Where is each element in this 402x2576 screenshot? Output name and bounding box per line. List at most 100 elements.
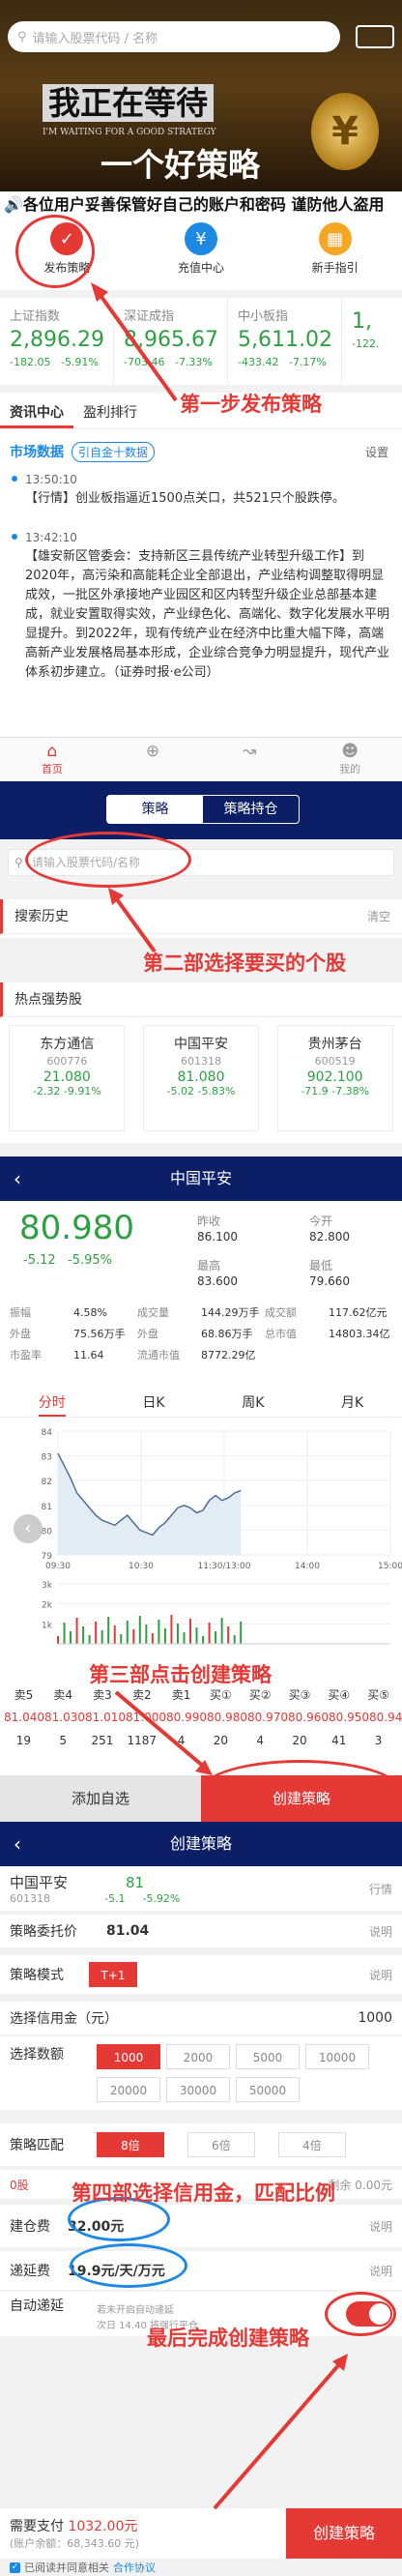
add-watchlist-button[interactable]: 添加自选 (0, 1775, 201, 1822)
intraday-chart[interactable]: 84 83 82 81 80 79 09:30 10:30 11:30/13:00 14:00 15… (0, 1420, 402, 1667)
stat-value: 68.86万手 (201, 1328, 253, 1340)
tab-daily-k[interactable]: 日K (142, 1387, 164, 1417)
news-time: 13:42:10 (12, 528, 392, 547)
tab-info-center[interactable]: 资讯中心 (0, 393, 73, 428)
agreement-link[interactable]: 合作协议 (113, 2560, 156, 2575)
search-placeholder: 请输入股票代码 / 名称 (32, 31, 158, 46)
y-tick-label: 79 (42, 1552, 53, 1562)
multiple-chip[interactable]: 8倍 (97, 2132, 164, 2157)
vol-tick-label: 1k (42, 1621, 53, 1630)
rest-value: 0.00元 (355, 2178, 392, 2192)
back-icon[interactable]: ‹ (14, 1156, 21, 1201)
order-price: 80.940 (369, 1711, 402, 1724)
hot-stock-card[interactable]: 贵州茅台 600519 902.100 -71.9 -7.38% (276, 1025, 393, 1131)
stock-detail-screen: ‹ 中国平安 80.980 -5.12 -5.95% 昨收 86.100 今开 … (0, 1156, 402, 1822)
amount-chip[interactable]: 30000 (166, 2077, 230, 2102)
stock-row[interactable]: 中国平安 81 601318 -5.1 -5.92% 行情 (0, 1866, 402, 1911)
highlight-circle (25, 832, 191, 888)
index-card[interactable]: 深证成指 8,965.67 -703.46 -7.33% (114, 298, 228, 385)
index-strip[interactable]: 上证指数 2,896.29 -182.05 -5.91% 深证成指 8,965.… (0, 290, 402, 393)
amount-chip[interactable]: 5000 (236, 2044, 300, 2069)
amount-chip[interactable]: 50000 (236, 2077, 300, 2102)
stock-price: 81 (126, 1874, 145, 1891)
nav-chart[interactable]: ↝ (243, 738, 256, 781)
settings-link[interactable]: 设置 (365, 444, 388, 460)
amount-chip[interactable]: 1000 (97, 2044, 160, 2069)
index-pct: -7.17% (288, 356, 327, 368)
amount-chip[interactable]: 2000 (166, 2044, 230, 2069)
order-volume: 41 (331, 1734, 347, 1747)
explain-link[interactable]: 说明 (369, 1923, 392, 1940)
tab-monthly-k[interactable]: 月K (341, 1387, 363, 1417)
news-item[interactable]: 13:50:10 【行情】创业板指逼近1500点关口，共521只个股跌停。 (0, 470, 402, 509)
index-name: 深证成指 (124, 309, 175, 324)
notice-text: 各位用户妥善保管好自己的账户和密码 谨防他人盗用 (22, 195, 385, 214)
explain-link[interactable]: 说明 (369, 2263, 392, 2279)
nav-home[interactable]: ⌂ 首页 (42, 738, 63, 781)
home-search-input[interactable]: ⚲ 请输入股票代码 / 名称 (8, 21, 340, 52)
stock-price: 21.080 (43, 1069, 91, 1085)
explain-link[interactable]: 说明 (369, 1967, 392, 1983)
slogan-subtitle: I'M WAITING FOR A GOOD STRATEGY (43, 128, 216, 137)
create-strategy-submit[interactable]: 创建策略 (286, 2508, 402, 2559)
stat-label: 流通市值 (137, 1349, 180, 1361)
news-item[interactable]: 13:42:10 【雄安新区管委会：支持新区三县传统产业转型升级工作】到2020… (0, 528, 402, 683)
back-icon[interactable]: ‹ (14, 1822, 21, 1866)
hot-stock-card[interactable]: 中国平安 601318 81.080 -5.02 -5.83% (142, 1025, 259, 1131)
checkbox-icon[interactable]: ✓ (10, 2561, 20, 2573)
index-value: 2,896.29 (10, 328, 104, 352)
y-tick-label: 83 (42, 1453, 52, 1463)
stat-value: 4.58% (73, 1305, 107, 1319)
stat-label: 市盈率 (10, 1349, 42, 1361)
stat-value: 144.29万手 (201, 1306, 260, 1319)
multiple-chip[interactable]: 4倍 (278, 2132, 346, 2157)
quote-link[interactable]: 行情 (369, 1881, 392, 1897)
index-card[interactable]: 上证指数 2,896.29 -182.05 -5.91% (0, 298, 114, 385)
multiple-chip[interactable]: 6倍 (187, 2132, 255, 2157)
nav-publish[interactable]: ⊕ (146, 738, 159, 781)
strategy-search-screen: 策略 策略持仓 ⚲ 请输入股票代码/名称 搜索历史 清空 热点强势股 东方通信 6… (0, 781, 402, 1156)
create-strategy-screen: ‹ 创建策略 中国平安 81 601318 -5.1 -5.92% 行情 策略委托价 8… (0, 1822, 402, 2576)
y-tick-label: 84 (42, 1428, 53, 1438)
amount-chip[interactable]: 10000 (305, 2044, 369, 2069)
order-volume: 4 (177, 1734, 186, 1747)
order-head: 买② (248, 1687, 272, 1702)
stat-value: 75.56万手 (73, 1328, 126, 1340)
index-card[interactable]: 1, -122. (342, 298, 402, 385)
mode-t1-chip[interactable]: T+1 (89, 1962, 137, 1987)
open-label: 今开 (309, 1215, 333, 1228)
chart-icon: ↝ (242, 742, 257, 761)
order-volume: 4 (256, 1734, 264, 1747)
tab-strategy-positions[interactable]: 策略持仓 (203, 796, 299, 823)
index-name: 上证指数 (10, 309, 61, 324)
home-icon: ⌂ (46, 742, 58, 761)
slogan-line1: 我正在等待 (43, 84, 214, 122)
step4-annotation: 第四部选择信用金，匹配比例 (72, 2181, 335, 2205)
auto-note: 若未开启自动递延 (97, 2305, 174, 2316)
entrust-label: 策略委托价 (10, 1924, 77, 1940)
explain-link[interactable]: 说明 (369, 2218, 392, 2235)
history-title: 搜索历史 (14, 909, 69, 924)
gold-coin-icon: ¥ (311, 93, 379, 170)
quick-guide[interactable]: ▦ 新手指引 (292, 219, 379, 282)
stock-name: 东方通信 (40, 1037, 95, 1052)
clear-history-button[interactable]: 清空 (367, 899, 390, 933)
home-banner[interactable]: ⚲ 请输入股票代码 / 名称 我正在等待 I'M WAITING FOR A G… (0, 0, 402, 191)
amount-chip[interactable]: 20000 (97, 2077, 160, 2102)
index-change: -433.42 (238, 356, 279, 368)
message-icon[interactable] (356, 25, 394, 48)
tab-strategy[interactable]: 策略 (107, 796, 203, 823)
order-volume: 251 (91, 1734, 114, 1747)
tab-profit-ranking[interactable]: 盈利排行 (73, 393, 147, 428)
stat-value: 11.64 (73, 1348, 104, 1361)
index-card[interactable]: 中小板指 5,611.02 -433.42 -7.17% (228, 298, 342, 385)
quick-recharge[interactable]: ¥ 充值中心 (158, 219, 244, 282)
chart-prev-icon[interactable]: ‹ (14, 1514, 43, 1543)
order-price: 81.000 (126, 1711, 166, 1724)
order-price: 80.960 (288, 1711, 329, 1724)
tab-intraday[interactable]: 分时 (38, 1387, 66, 1417)
hot-stock-card[interactable]: 东方通信 600776 21.080 -2.32 -9.91% (9, 1025, 126, 1131)
nav-mine[interactable]: ☻ 我的 (339, 738, 360, 781)
tab-weekly-k[interactable]: 周K (242, 1387, 264, 1417)
vol-tick-label: 2k (42, 1601, 53, 1611)
